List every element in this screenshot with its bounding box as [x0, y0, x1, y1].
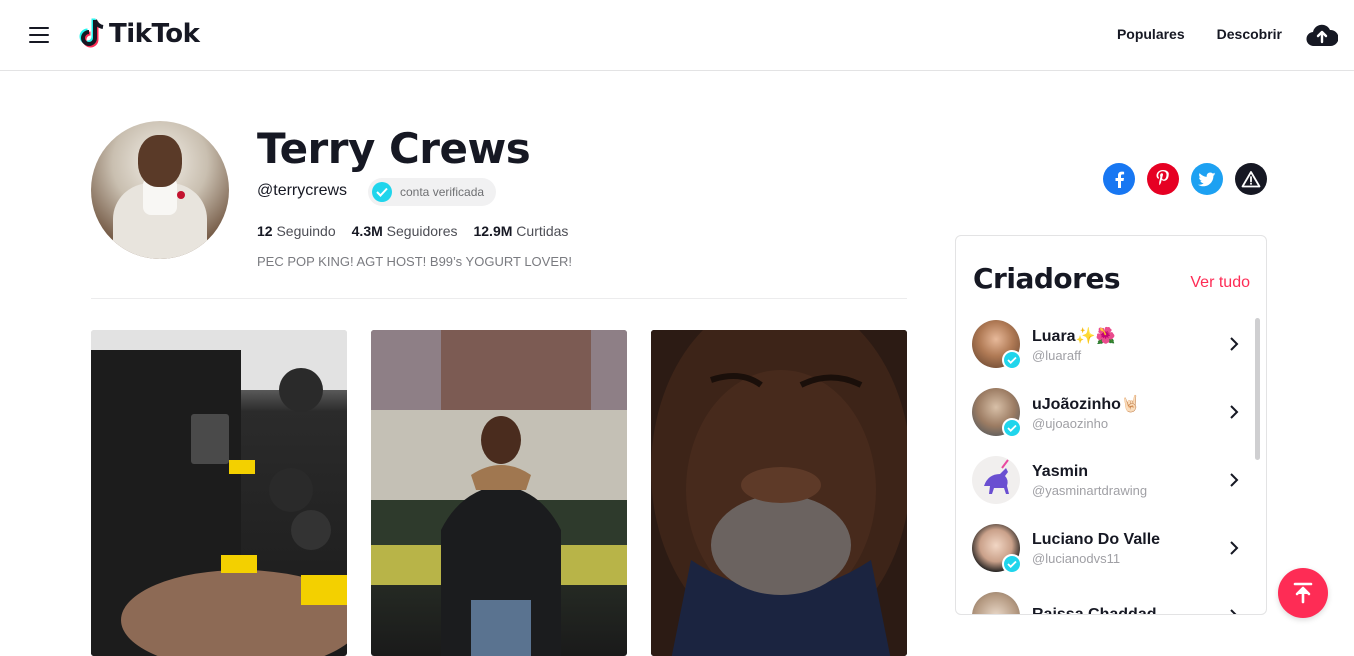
video-thumbnail[interactable]: [651, 330, 907, 656]
video-thumbnail-image: [371, 330, 627, 656]
verified-badge: conta verificada: [368, 178, 497, 206]
creator-item[interactable]: Luciano Do Valle @lucianodvs11: [972, 522, 1242, 574]
profile-divider: [91, 298, 907, 299]
creator-avatar: [972, 388, 1022, 438]
upload-cloud-icon[interactable]: [1306, 22, 1338, 48]
report-icon[interactable]: [1235, 163, 1267, 195]
tiktok-note-icon: [79, 18, 104, 48]
followers-stat: 4.3M Seguidores: [351, 223, 458, 239]
creator-name: uJoãozinho🤘🏻: [1032, 395, 1141, 413]
verified-check-icon: [1002, 350, 1022, 370]
menu-icon[interactable]: [29, 27, 49, 43]
logo-wordmark: TikTok: [109, 19, 200, 49]
creator-handle: @ujoaozinho: [1032, 415, 1109, 431]
creator-avatar: [972, 456, 1020, 504]
video-thumbnail-image: [91, 330, 347, 656]
top-nav-links: Populares Descobrir: [1117, 26, 1282, 42]
creator-name: Luciano Do Valle: [1032, 530, 1161, 548]
profile-handle: @terrycrews: [257, 182, 348, 199]
likes-stat: 12.9M Curtidas: [473, 223, 569, 239]
creator-avatar: [972, 320, 1022, 370]
following-stat: 12 Seguindo: [257, 223, 336, 239]
creator-handle: @yasminartdrawing: [1032, 482, 1148, 498]
top-navigation-bar: TikTok Populares Descobrir: [0, 0, 1354, 71]
tiktok-logo[interactable]: TikTok: [78, 16, 200, 52]
chevron-right-icon: [1230, 473, 1239, 487]
facebook-icon[interactable]: [1103, 163, 1135, 195]
chevron-right-icon: [1230, 609, 1237, 614]
verified-label: conta verificada: [400, 185, 485, 199]
creator-name: Raissa Chaddad: [1032, 606, 1157, 615]
creator-name: Luara✨🌺: [1032, 327, 1116, 345]
profile-stats: 12 Seguindo 4.3M Seguidores 12.9M Curtid…: [257, 223, 568, 239]
video-thumbnail[interactable]: [91, 330, 347, 656]
creator-handle: @lucianodvs11: [1032, 550, 1121, 566]
chevron-right-icon: [1230, 337, 1239, 351]
creator-avatar: [972, 524, 1022, 574]
nav-discover-link[interactable]: Descobrir: [1217, 26, 1282, 42]
creators-panel: Criadores Ver tudo Luara✨🌺 @luaraff uJoã…: [955, 235, 1267, 615]
back-to-top-button[interactable]: [1278, 568, 1328, 618]
verified-check-icon: [1002, 418, 1022, 438]
creators-scrollbar[interactable]: [1255, 318, 1260, 460]
creator-handle: @luaraff: [1032, 347, 1082, 363]
profile-name: Terry Crews: [257, 124, 531, 173]
chevron-right-icon: [1230, 541, 1239, 555]
see-all-link[interactable]: Ver tudo: [1190, 274, 1250, 292]
profile-avatar: [91, 121, 229, 259]
verified-check-icon: [372, 182, 392, 202]
unicorn-drawing-icon: [984, 459, 1009, 494]
video-thumbnail-image: [651, 330, 907, 656]
creator-avatar: [972, 592, 1020, 614]
verified-check-icon: [1002, 554, 1022, 574]
twitter-icon[interactable]: [1191, 163, 1223, 195]
creator-item[interactable]: uJoãozinho🤘🏻 @ujoaozinho: [972, 386, 1242, 438]
chevron-right-icon: [1230, 405, 1239, 419]
creator-item[interactable]: Luara✨🌺 @luaraff: [972, 318, 1242, 370]
creators-title: Criadores: [973, 262, 1121, 295]
nav-popular-link[interactable]: Populares: [1117, 26, 1185, 42]
video-thumbnail[interactable]: [371, 330, 627, 656]
creator-item[interactable]: Yasmin @yasminartdrawing: [972, 454, 1242, 506]
arrow-up-icon: [1293, 582, 1313, 604]
profile-bio: PEC POP KING! AGT HOST! B99’s YOGURT LOV…: [257, 254, 572, 269]
pinterest-icon[interactable]: [1147, 163, 1179, 195]
creator-item[interactable]: Raissa Chaddad: [972, 590, 1242, 615]
creator-name: Yasmin: [1032, 462, 1089, 480]
